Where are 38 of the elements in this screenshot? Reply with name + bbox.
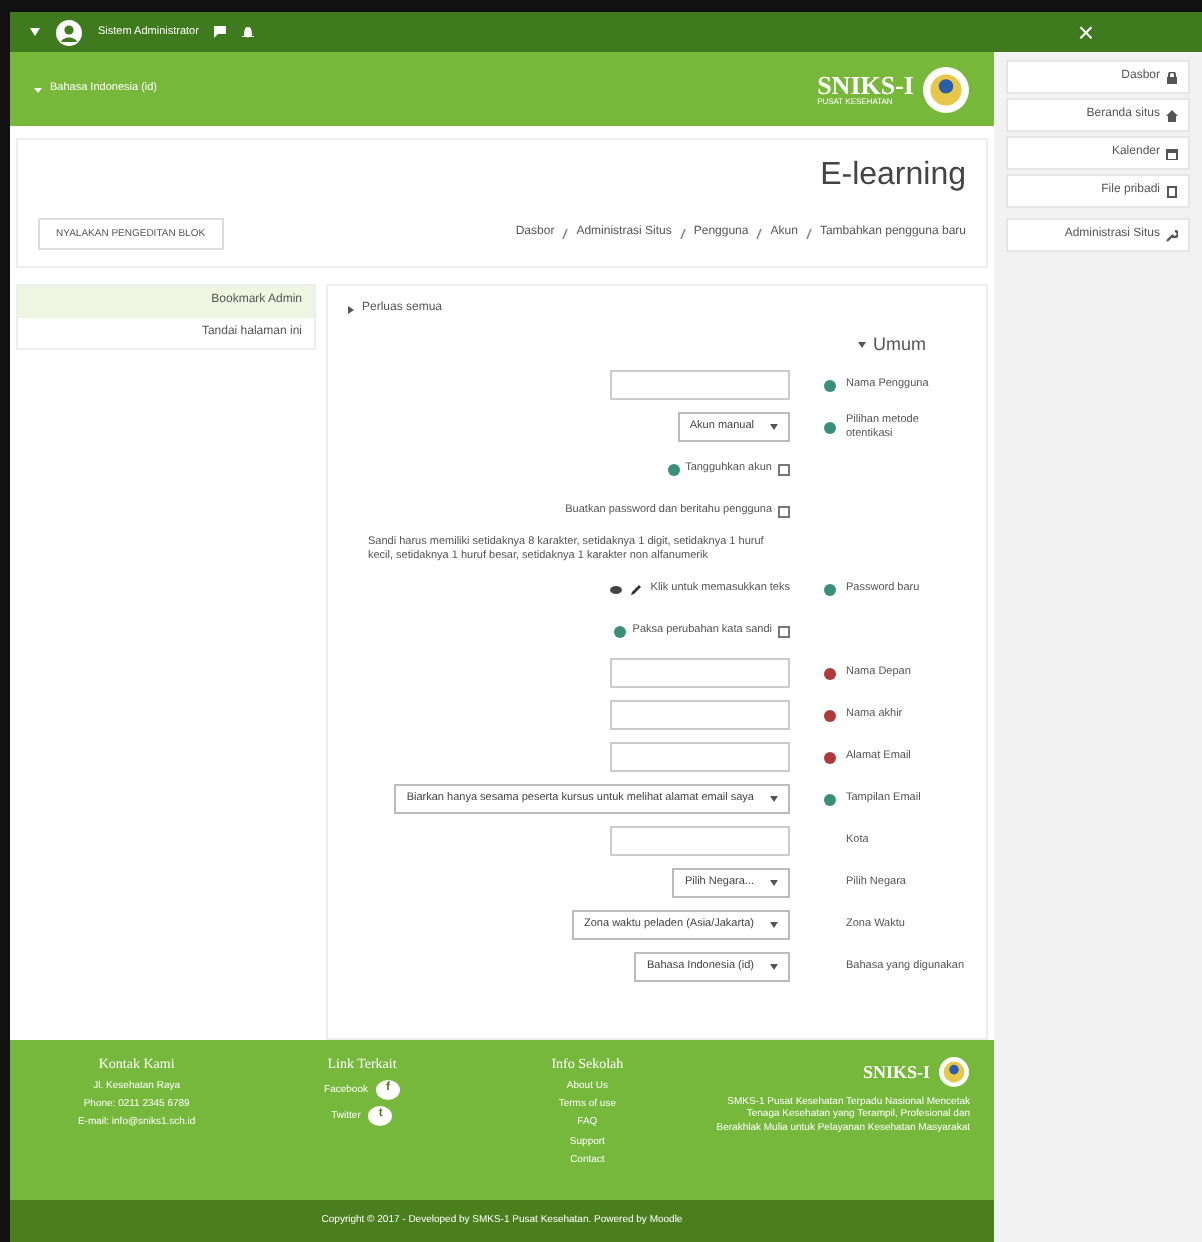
caret-down-icon (857, 341, 865, 348)
checkbox[interactable] (778, 463, 790, 476)
caret-icon (770, 922, 778, 928)
input-field[interactable] (610, 826, 790, 856)
checkbox[interactable] (778, 625, 790, 637)
breadcrumb-separator-icon (679, 227, 686, 240)
wrench-icon (1166, 229, 1178, 241)
bell-icon (242, 26, 255, 38)
site-title: E-learning (818, 156, 966, 196)
emblem-icon (938, 1056, 971, 1088)
input-field[interactable] (610, 658, 790, 688)
caret-icon (30, 28, 40, 36)
caret-icon (770, 880, 778, 886)
section-heading[interactable]: Umum (873, 333, 926, 356)
caret-icon (770, 424, 778, 431)
emblem-icon (922, 65, 970, 113)
home-icon (1166, 109, 1178, 121)
breadcrumb-separator-icon (805, 227, 812, 240)
caret-right-icon (348, 305, 354, 314)
breadcrumb-separator-icon (756, 227, 763, 240)
input-field[interactable] (610, 742, 790, 772)
calendar-icon (1166, 147, 1178, 159)
logo-title: SNIKS-I (817, 72, 914, 98)
lock-icon (1166, 71, 1178, 83)
file-icon (1166, 185, 1178, 197)
user-avatar-icon (56, 19, 82, 45)
input-field[interactable] (610, 700, 790, 730)
caret-icon (770, 796, 778, 802)
pencil-icon (630, 583, 643, 595)
logo-title: SNIKS-I (863, 1063, 931, 1081)
close-button[interactable]: × (990, 18, 1182, 46)
breadcrumb-separator-icon (562, 227, 569, 240)
chat-icon (214, 26, 227, 38)
input-field[interactable] (610, 370, 790, 401)
checkbox[interactable] (778, 505, 790, 518)
caret-icon (34, 85, 42, 93)
caret-icon (770, 964, 778, 970)
eye-icon (610, 585, 623, 593)
